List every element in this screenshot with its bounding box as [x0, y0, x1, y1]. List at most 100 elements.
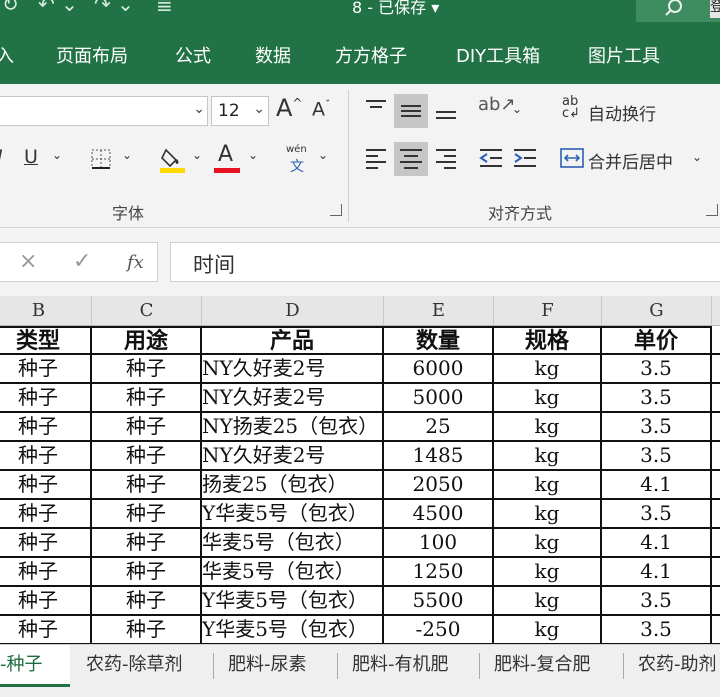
- cell-unit[interactable]: kg: [494, 355, 602, 384]
- sheet-tab-urea[interactable]: 肥料-尿素: [214, 645, 338, 687]
- cell-product[interactable]: NY久好麦2号: [202, 355, 384, 384]
- cell-use[interactable]: 种子: [92, 471, 202, 500]
- header-cell-qty[interactable]: 数量: [384, 326, 494, 355]
- header-cell-product[interactable]: 产品: [202, 326, 384, 355]
- cell-use[interactable]: 种子: [92, 529, 202, 558]
- alignment-dialog-launcher-icon[interactable]: [706, 204, 718, 216]
- header-cell-price[interactable]: 单价: [602, 326, 712, 355]
- sheet-tab-adjuvant[interactable]: 农药-助剂: [624, 645, 720, 687]
- cell-empty[interactable]: [712, 500, 720, 529]
- cell-qty[interactable]: 100: [384, 529, 494, 558]
- cell-price[interactable]: 4.1: [602, 558, 712, 587]
- cell-product[interactable]: 扬麦25（包衣）: [202, 471, 384, 500]
- font-size-combobox[interactable]: 12 ⌄: [211, 96, 269, 126]
- cell-type[interactable]: 种子: [0, 413, 92, 442]
- wrap-text-icon[interactable]: ab c↲: [562, 95, 580, 120]
- cell-empty[interactable]: [712, 442, 720, 471]
- cell-product[interactable]: 华麦5号（包衣）: [202, 529, 384, 558]
- align-bottom-icon[interactable]: [434, 98, 458, 122]
- align-left-icon[interactable]: [364, 146, 388, 170]
- header-cell-use[interactable]: 用途: [92, 326, 202, 355]
- cell-unit[interactable]: kg: [494, 587, 602, 616]
- font-name-combobox[interactable]: ⌄: [0, 96, 208, 126]
- cell-use[interactable]: 种子: [92, 355, 202, 384]
- cell-type[interactable]: 种子: [0, 384, 92, 413]
- column-header-h[interactable]: [712, 296, 720, 326]
- cancel-icon[interactable]: ×: [19, 249, 37, 274]
- align-middle-button[interactable]: [394, 94, 428, 128]
- undo-icon[interactable]: ↶ ⌄: [38, 0, 78, 16]
- chevron-down-icon[interactable]: ⌄: [253, 101, 265, 117]
- cell-qty[interactable]: 6000: [384, 355, 494, 384]
- cell-product[interactable]: NY扬麦25（包衣）: [202, 413, 384, 442]
- merge-center-icon[interactable]: [560, 146, 584, 170]
- chevron-down-icon[interactable]: ⌄: [692, 150, 702, 164]
- cell-use[interactable]: 种子: [92, 384, 202, 413]
- merge-center-button[interactable]: 合并后居中: [588, 148, 673, 173]
- cell-unit[interactable]: kg: [494, 471, 602, 500]
- tab-insert[interactable]: 入: [0, 42, 14, 68]
- column-header-c[interactable]: C: [92, 296, 202, 326]
- chevron-down-icon[interactable]: ⌄: [318, 148, 328, 162]
- decrease-indent-icon[interactable]: [478, 146, 504, 170]
- cell-use[interactable]: 种子: [92, 587, 202, 616]
- enter-icon[interactable]: ✓: [73, 249, 91, 274]
- tab-picture-tools[interactable]: 图片工具: [588, 42, 660, 68]
- cell-price[interactable]: 3.5: [602, 355, 712, 384]
- cell-product[interactable]: Y华麦5号（包衣）: [202, 616, 384, 644]
- cell-price[interactable]: 3.5: [602, 587, 712, 616]
- sheet-tab-compound-fertilizer[interactable]: 肥料-复合肥: [480, 645, 624, 687]
- header-cell-unit[interactable]: 规格: [494, 326, 602, 355]
- document-title[interactable]: 8 - 已保存 ▾: [352, 0, 439, 18]
- cell-product[interactable]: Y华麦5号（包衣）: [202, 587, 384, 616]
- account-button[interactable]: 登: [710, 0, 720, 18]
- cell-type[interactable]: 种子: [0, 442, 92, 471]
- cell-type[interactable]: 种子: [0, 529, 92, 558]
- redo-icon[interactable]: ↷ ⌄: [94, 0, 134, 16]
- cell-product[interactable]: NY久好麦2号: [202, 384, 384, 413]
- cell-product[interactable]: 华麦5号（包衣）: [202, 558, 384, 587]
- header-cell-type[interactable]: 类型: [0, 326, 92, 355]
- cell-product[interactable]: Y华麦5号（包衣）: [202, 500, 384, 529]
- cell-price[interactable]: 3.5: [602, 442, 712, 471]
- cell-type[interactable]: 种子: [0, 587, 92, 616]
- cell-empty[interactable]: [712, 529, 720, 558]
- chevron-down-icon[interactable]: ⌄: [193, 101, 205, 117]
- cell-unit[interactable]: kg: [494, 500, 602, 529]
- cell-empty[interactable]: [712, 616, 720, 644]
- cell-use[interactable]: 种子: [92, 500, 202, 529]
- cell-empty[interactable]: [712, 326, 720, 355]
- cell-use[interactable]: 种子: [92, 558, 202, 587]
- fill-color-icon[interactable]: [158, 144, 188, 174]
- shrink-font-button[interactable]: Aˇ: [312, 98, 331, 120]
- cell-price[interactable]: 4.1: [602, 471, 712, 500]
- column-header-e[interactable]: E: [384, 296, 494, 326]
- cell-empty[interactable]: [712, 384, 720, 413]
- font-color-button[interactable]: A: [218, 142, 233, 167]
- cell-unit[interactable]: kg: [494, 384, 602, 413]
- cell-type[interactable]: 种子: [0, 558, 92, 587]
- cell-type[interactable]: 种子: [0, 471, 92, 500]
- chevron-down-icon[interactable]: ⌄: [248, 148, 258, 162]
- chevron-down-icon[interactable]: ⌄: [192, 148, 202, 162]
- customize-toolbar-icon[interactable]: ≣: [156, 0, 173, 16]
- sheet-tab-herbicide[interactable]: 农药-除草剂: [72, 645, 214, 687]
- cell-qty[interactable]: 2050: [384, 471, 494, 500]
- worksheet-grid[interactable]: B C D E F G 类型 用途 产品 数量 规格 单价 种子 种子 NY久好麦2号 6000 k…: [0, 296, 720, 644]
- grow-font-button[interactable]: A^: [276, 94, 302, 122]
- cell-qty[interactable]: 5000: [384, 384, 494, 413]
- cell-qty[interactable]: 1485: [384, 442, 494, 471]
- sheet-tab-seeds[interactable]: -种子: [0, 645, 70, 687]
- column-header-b[interactable]: B: [0, 296, 92, 326]
- cell-use[interactable]: 种子: [92, 616, 202, 644]
- italic-button[interactable]: I: [0, 146, 3, 168]
- tab-page-layout[interactable]: 页面布局: [56, 42, 128, 68]
- borders-icon[interactable]: [90, 148, 112, 170]
- tab-fangfang-gezi[interactable]: 方方格子: [335, 42, 407, 68]
- align-right-icon[interactable]: [434, 146, 458, 170]
- column-header-f[interactable]: F: [494, 296, 602, 326]
- cell-unit[interactable]: kg: [494, 616, 602, 644]
- align-top-icon[interactable]: [364, 98, 388, 118]
- cell-type[interactable]: 种子: [0, 616, 92, 644]
- cell-price[interactable]: 3.5: [602, 384, 712, 413]
